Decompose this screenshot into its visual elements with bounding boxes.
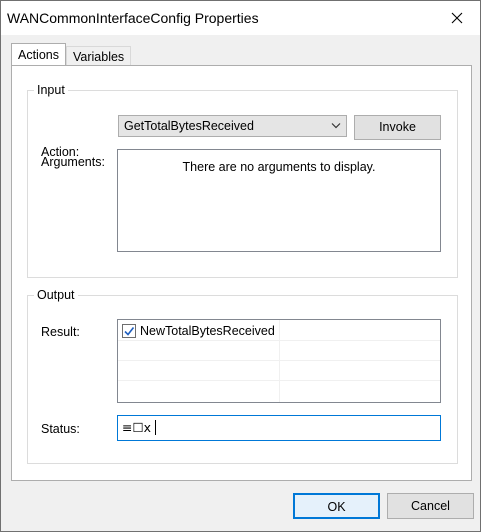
input-group-legend: Input <box>34 83 68 97</box>
invoke-button[interactable]: Invoke <box>354 115 441 140</box>
cancel-button[interactable]: Cancel <box>387 493 474 519</box>
text-caret <box>155 420 156 435</box>
status-label: Status: <box>41 422 80 436</box>
status-field[interactable]: ≡☐x <box>117 415 441 441</box>
properties-dialog: WANCommonInterfaceConfig Properties Acti… <box>0 0 481 532</box>
title-bar: WANCommonInterfaceConfig Properties <box>1 1 480 35</box>
arguments-label: Arguments: <box>41 155 105 169</box>
close-button[interactable] <box>434 1 480 35</box>
window-title: WANCommonInterfaceConfig Properties <box>7 10 259 26</box>
action-select-value: GetTotalBytesReceived <box>124 119 254 133</box>
checkbox-checked-icon <box>122 324 136 338</box>
action-select[interactable]: GetTotalBytesReceived <box>118 115 347 137</box>
arguments-list[interactable]: There are no arguments to display. <box>117 149 441 252</box>
tab-actions[interactable]: Actions <box>11 43 66 67</box>
output-group: Output Result: NewTotalBytesReceived Sta… <box>27 288 458 464</box>
arguments-empty-message: There are no arguments to display. <box>182 160 376 174</box>
chevron-down-icon <box>331 123 341 129</box>
close-icon <box>451 12 463 24</box>
output-group-legend: Output <box>34 288 78 302</box>
result-item-label: NewTotalBytesReceived <box>140 324 275 338</box>
result-label: Result: <box>41 325 80 339</box>
result-list[interactable]: NewTotalBytesReceived <box>117 319 441 403</box>
ok-button[interactable]: OK <box>293 493 380 519</box>
actions-tab-panel: Input Action: GetTotalBytesReceived Invo… <box>11 65 472 481</box>
input-group: Input Action: GetTotalBytesReceived Invo… <box>27 83 458 278</box>
status-value: ≡☐x <box>122 420 152 435</box>
tab-variables[interactable]: Variables <box>66 46 132 67</box>
